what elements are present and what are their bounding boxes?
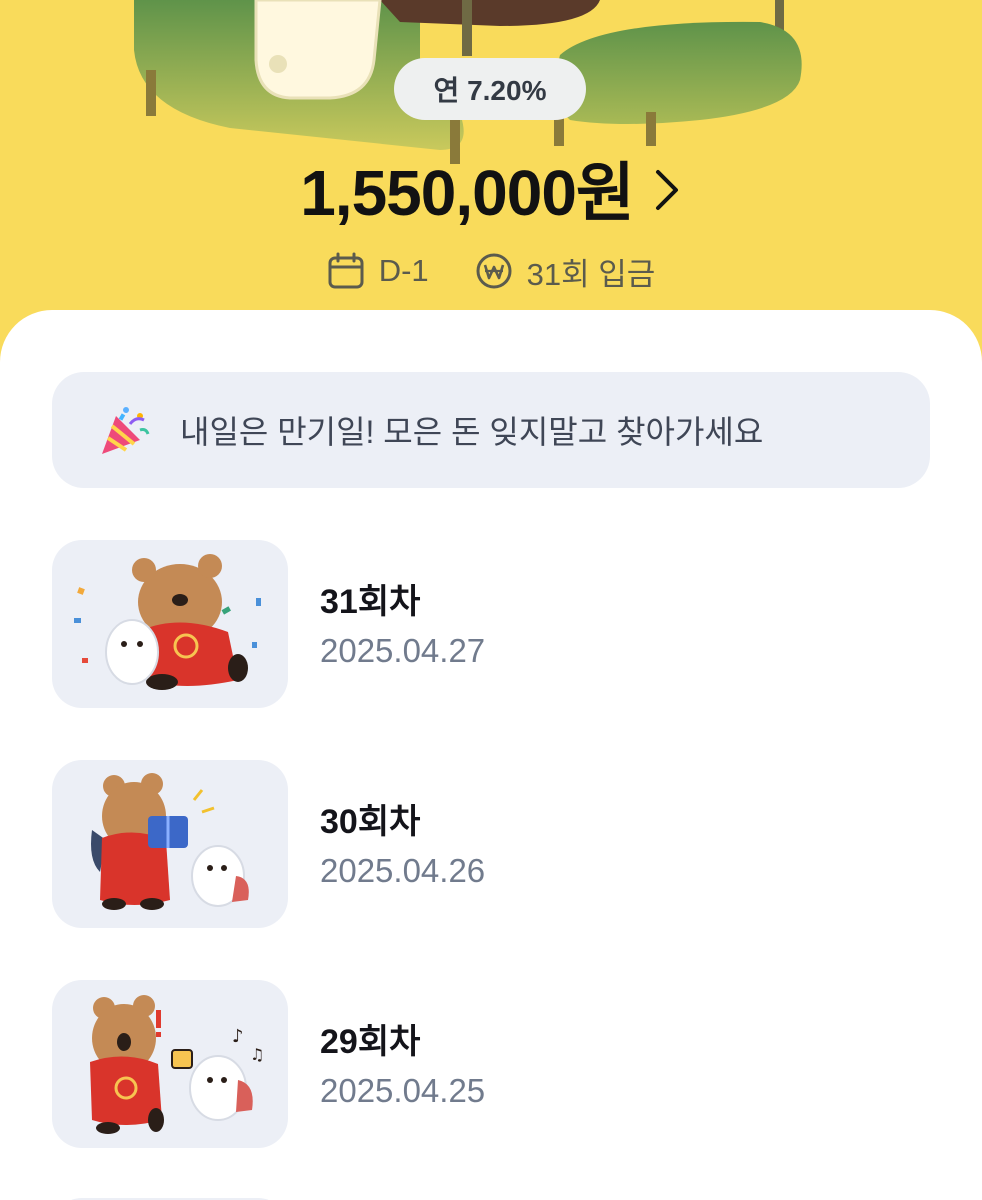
list-item[interactable]: 30회차 2025.04.26 bbox=[52, 760, 932, 928]
won-coin-icon bbox=[476, 253, 512, 289]
deposit-thumbnail: ♪ ♫ bbox=[52, 980, 288, 1148]
deposit-date: 2025.04.25 bbox=[320, 1072, 486, 1109]
total-amount-row[interactable]: 1,550,000원 bbox=[0, 148, 982, 229]
dday-info: D-1 bbox=[327, 252, 429, 290]
interest-rate-label: 연 7.20% bbox=[433, 75, 547, 106]
deposit-count-label: 31회 입금 bbox=[526, 256, 656, 292]
savings-header: 연 7.20% 1,550,000원 D-1 31회 입금 bbox=[0, 0, 982, 340]
chevron-right-icon[interactable] bbox=[652, 168, 682, 212]
total-amount[interactable]: 1,550,000원 bbox=[300, 142, 635, 234]
maturity-notice-text: 내일은 만기일! 모은 돈 잊지말고 찾아가세요 bbox=[180, 414, 764, 450]
maturity-notice-banner: 내일은 만기일! 모은 돈 잊지말고 찾아가세요 bbox=[52, 372, 930, 488]
svg-text:♪: ♪ bbox=[232, 1026, 244, 1047]
list-item[interactable]: ♪ ♫ 29회차 2025.04.25 bbox=[52, 980, 932, 1148]
deposit-round-title: 29회차 bbox=[320, 1023, 421, 1061]
deposit-thumbnail bbox=[52, 760, 288, 928]
deposit-thumbnail bbox=[52, 540, 288, 708]
deposit-date: 2025.04.27 bbox=[320, 632, 486, 669]
interest-rate-badge: 연 7.20% bbox=[394, 58, 586, 120]
deposit-date: 2025.04.26 bbox=[320, 852, 486, 889]
deposit-round-title: 31회차 bbox=[320, 583, 421, 621]
quokka-celebrate-illustration bbox=[74, 554, 261, 690]
dday-label: D-1 bbox=[378, 253, 429, 288]
quokka-gift-illustration bbox=[91, 773, 249, 910]
quokka-dance-illustration: ♪ ♫ bbox=[90, 995, 264, 1134]
deposit-history-sheet: 내일은 만기일! 모은 돈 잊지말고 찾아가세요 31회차 2025.04.27… bbox=[0, 310, 982, 1200]
list-item[interactable]: 31회차 2025.04.27 bbox=[52, 540, 932, 708]
savings-meta: D-1 31회 입금 bbox=[0, 246, 982, 296]
deposit-round-title: 30회차 bbox=[320, 803, 421, 841]
calendar-icon bbox=[328, 252, 364, 289]
svg-text:♫: ♫ bbox=[250, 1045, 264, 1064]
party-popper-icon bbox=[102, 407, 150, 454]
deposit-count-info: 31회 입금 bbox=[475, 249, 656, 294]
